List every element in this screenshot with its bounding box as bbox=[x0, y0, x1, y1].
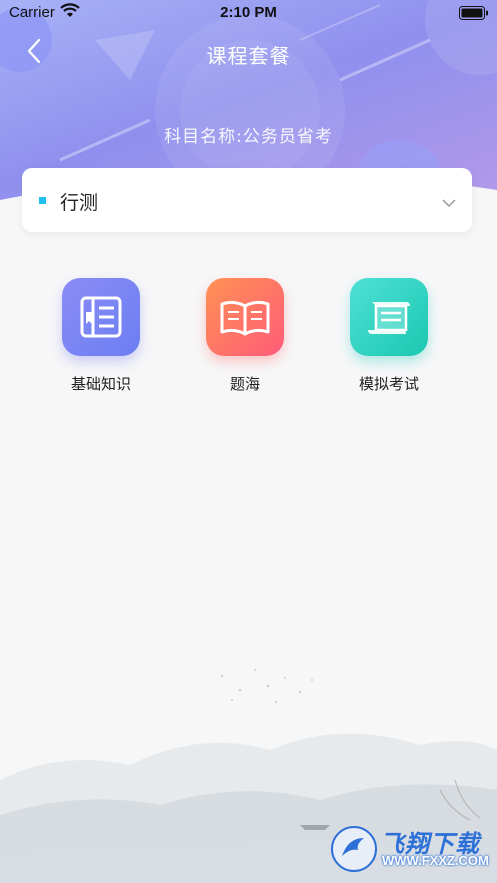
open-book-icon bbox=[206, 278, 284, 356]
selector-marker bbox=[39, 197, 46, 204]
chevron-down-icon bbox=[442, 193, 456, 212]
clock: 2:10 PM bbox=[220, 4, 277, 21]
watermark-url: WWW.FXXZ.COM bbox=[382, 853, 489, 868]
scroll-icon bbox=[350, 278, 428, 356]
category-label: 题海 bbox=[229, 375, 260, 393]
book-list-icon bbox=[62, 278, 140, 356]
subject-selector[interactable]: 行测 bbox=[22, 168, 472, 232]
category-question-bank[interactable]: 题海 bbox=[185, 278, 305, 394]
status-bar: Carrier 2:10 PM bbox=[0, 0, 497, 26]
category-mock-exam[interactable]: 模拟考试 bbox=[329, 278, 449, 394]
watermark-emblem-icon bbox=[331, 826, 377, 872]
category-label: 基础知识 bbox=[70, 375, 131, 393]
category-label: 模拟考试 bbox=[358, 375, 419, 393]
watermark-logo: 飞翔下载 WWW.FXXZ.COM bbox=[330, 822, 490, 876]
category-basic-knowledge[interactable]: 基础知识 bbox=[41, 278, 161, 394]
battery-icon bbox=[459, 6, 489, 24]
page-title: 课程套餐 bbox=[206, 44, 291, 68]
subject-name: 科目名称:公务员省考 bbox=[164, 127, 333, 147]
selector-value: 行测 bbox=[60, 192, 99, 214]
